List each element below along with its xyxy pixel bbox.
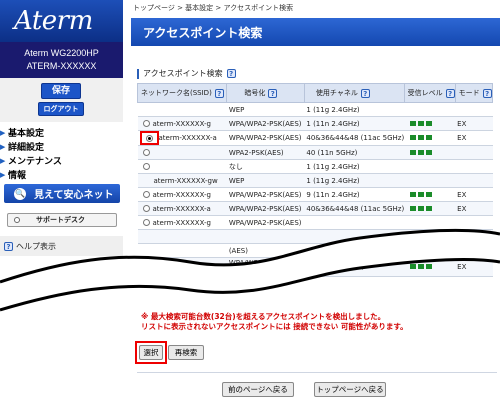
- page-break-illustration: [0, 229, 500, 312]
